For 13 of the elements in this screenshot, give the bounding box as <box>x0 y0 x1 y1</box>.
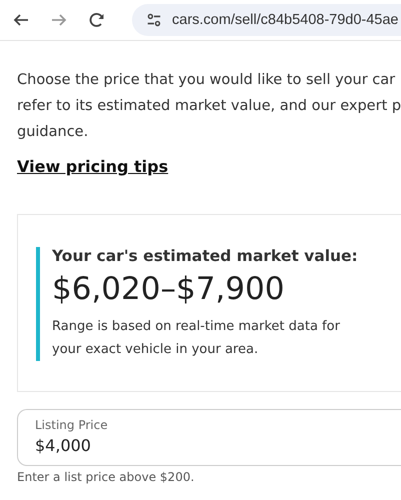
pricing-tips-link[interactable]: View pricing tips <box>17 157 168 176</box>
reload-icon[interactable] <box>88 11 106 29</box>
intro-paragraph: Choose the price that you would like to sell your car refer to its estimated market value, and our expert p guidance. <box>17 71 401 142</box>
estimate-note: Range is based on real-time market data for your exact vehicle in your area. <box>52 318 341 359</box>
helper-text: Enter a list price above $200. <box>17 470 196 484</box>
url-text: cars.com/sell/c84b5408-79d0-45ae <box>172 12 398 28</box>
value-range: $6,020–$7,900 <box>52 271 286 307</box>
estimate-title: Your car's estimated market value: <box>52 247 359 265</box>
address-bar[interactable]: cars.com/sell/c84b5408-79d0-45ae <box>132 4 401 36</box>
field-label: Listing Price <box>35 418 109 432</box>
site-settings-icon[interactable] <box>146 12 162 28</box>
listing-price-field[interactable]: Listing Price $4,000 <box>17 409 401 466</box>
field-value: $4,000 <box>35 436 92 455</box>
